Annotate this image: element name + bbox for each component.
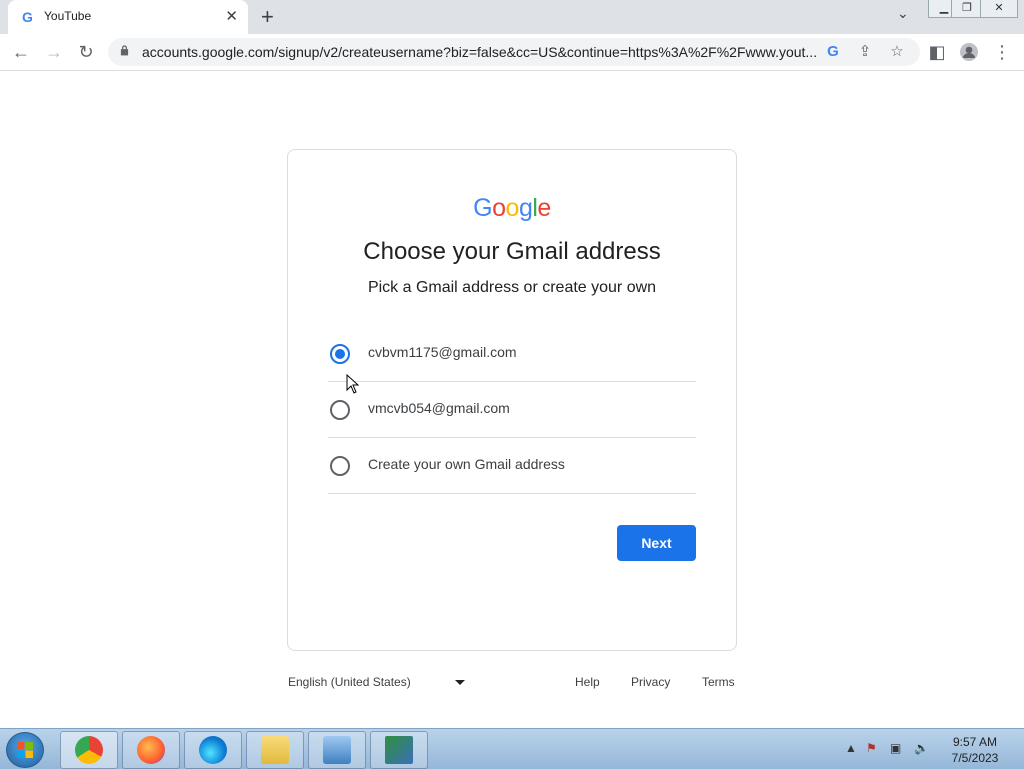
next-button[interactable]: Next [617, 525, 696, 561]
address-option-1[interactable]: cvbvm1175@gmail.com [328, 325, 696, 382]
tab-title: YouTube [44, 9, 92, 23]
taskbar-edge[interactable] [184, 731, 242, 769]
signup-card: Google Choose your Gmail address Pick a … [287, 149, 737, 651]
volume-muted-icon[interactable]: 🔈 [914, 741, 929, 755]
action-center-flag-icon[interactable]: ⚑ [866, 741, 877, 755]
taskbar-firefox[interactable] [122, 731, 180, 769]
option-label: cvbvm1175@gmail.com [368, 344, 517, 360]
start-button[interactable] [6, 732, 44, 768]
back-arrow-icon[interactable]: ← [9, 40, 33, 64]
privacy-link[interactable]: Privacy [631, 675, 670, 689]
firefox-icon [137, 736, 165, 764]
taskbar-explorer[interactable] [246, 731, 304, 769]
taskbar-control-panel[interactable] [308, 731, 366, 769]
browser-tab[interactable]: G YouTube ✕ [8, 0, 248, 34]
restore-button[interactable]: ❐ [951, 0, 983, 18]
chrome-icon [75, 736, 103, 764]
new-tab-button[interactable]: + [261, 4, 274, 30]
address-option-create[interactable]: Create your own Gmail address [328, 437, 696, 494]
google-translate-icon[interactable]: G [822, 41, 844, 63]
dropdown-caret-icon[interactable] [455, 680, 465, 685]
language-selector[interactable]: English (United States) [288, 675, 411, 689]
reload-icon[interactable]: ↻ [74, 40, 98, 64]
lock-icon [120, 45, 129, 56]
system-clock[interactable]: 9:57 AM 7/5/2023 [940, 734, 1010, 766]
google-logo: Google [473, 194, 551, 222]
mouse-cursor-icon [346, 374, 360, 394]
radio-selected[interactable] [330, 344, 350, 364]
address-option-2[interactable]: vmcvb054@gmail.com [328, 381, 696, 438]
bookmark-star-icon[interactable]: ☆ [886, 41, 908, 63]
windows-logo-icon [17, 742, 33, 758]
taskbar-chrome[interactable] [60, 731, 118, 769]
url-text: accounts.google.com/signup/v2/createuser… [142, 44, 818, 60]
more-menu-icon[interactable]: ⋮ [990, 40, 1014, 64]
radio-unselected[interactable] [330, 400, 350, 420]
tab-close-icon[interactable]: ✕ [225, 7, 238, 25]
taskbar-app[interactable] [370, 731, 428, 769]
page-title: Choose your Gmail address [363, 238, 661, 265]
folder-icon [261, 736, 289, 764]
google-favicon-icon: G [22, 9, 33, 25]
control-panel-icon [323, 736, 351, 764]
forward-arrow-icon[interactable]: → [42, 40, 66, 64]
tab-search-chevron-icon[interactable]: ⌄ [897, 5, 909, 22]
tray-expand-icon[interactable]: ▲ [845, 741, 857, 755]
share-icon[interactable]: ⇪ [854, 41, 876, 63]
side-panel-icon[interactable]: ◧ [925, 40, 949, 64]
network-icon[interactable]: ▣ [890, 741, 901, 755]
edge-icon [199, 736, 227, 764]
clock-date: 7/5/2023 [951, 751, 999, 765]
page-subtitle: Pick a Gmail address or create your own [367, 279, 657, 296]
browser-toolbar: ← → ↻ accounts.google.com/signup/v2/crea… [0, 34, 1024, 71]
terms-link[interactable]: Terms [702, 675, 735, 689]
option-label: vmcvb054@gmail.com [368, 400, 510, 416]
radio-unselected[interactable] [330, 456, 350, 476]
clock-time: 9:57 AM [952, 735, 998, 749]
help-link[interactable]: Help [575, 675, 600, 689]
window-app-icon [385, 736, 413, 764]
tab-strip: G YouTube ✕ + ⌄ ▁ ❐ ✕ [0, 0, 1024, 34]
profile-avatar-icon[interactable] [957, 40, 981, 64]
option-label: Create your own Gmail address [368, 456, 565, 472]
windows-taskbar: ▲ ⚑ ▣ 🔈 9:57 AM 7/5/2023 [0, 728, 1024, 769]
address-bar[interactable]: accounts.google.com/signup/v2/createuser… [108, 38, 920, 66]
close-window-button[interactable]: ✕ [980, 0, 1018, 18]
